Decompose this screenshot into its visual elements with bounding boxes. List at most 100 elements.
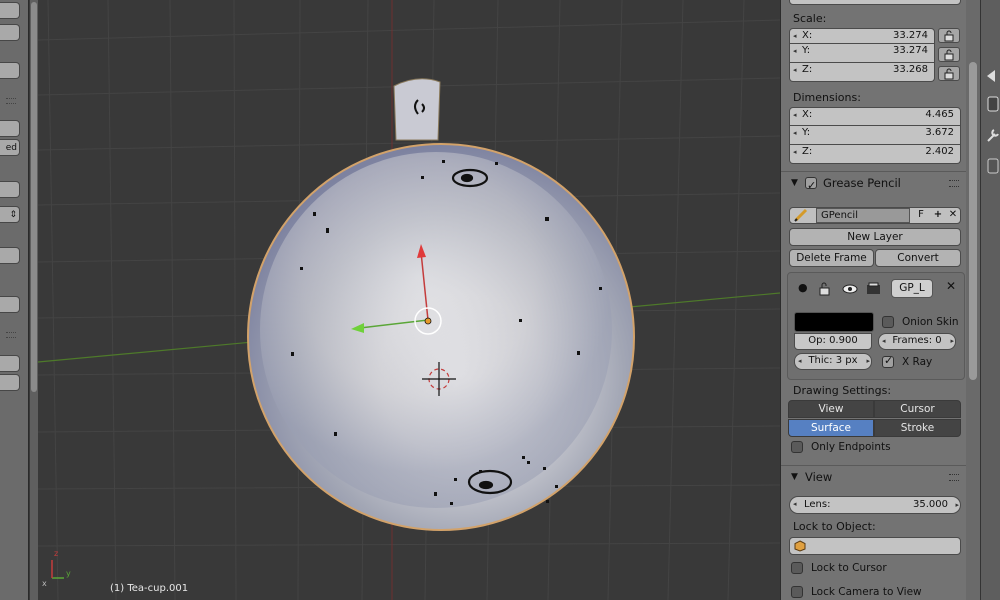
dimension-z-field[interactable]: ◂ Z: 2.402 [789,145,961,164]
lock-scale-y-button[interactable] [938,47,960,62]
panel-grip[interactable] [6,332,16,338]
onion-skin-label: Onion Skin [902,316,959,328]
layer-name-field[interactable]: GP_L [891,279,933,298]
convert-button[interactable]: Convert [875,249,961,267]
gpencil-name-field[interactable]: GPencil [816,208,910,223]
lens-field[interactable]: ◂ Lens: 35.000 ▸ [789,496,961,514]
lock-camera-checkbox[interactable] [791,586,803,598]
scale-y-field[interactable]: ◂ Y: 33.274 [789,44,935,63]
xray-label: X Ray [902,356,933,368]
tool-shelf-button[interactable] [0,247,20,264]
grease-pencil-enable-checkbox[interactable] [805,175,817,197]
panel-grip[interactable] [949,474,959,481]
tool-shelf-button[interactable] [0,120,20,137]
3d-viewport[interactable]: y z x (1) Tea-cup.001 [38,0,780,600]
view-panel-header[interactable]: ▼ View [781,465,967,488]
tool-shelf-button[interactable] [0,24,20,41]
lock-object-field[interactable] [789,537,961,555]
svg-text:y: y [66,569,71,578]
stroke-color-swatch[interactable] [794,312,874,332]
expand-triangle-icon[interactable]: ▼ [791,172,798,194]
eye-icon[interactable] [842,283,858,295]
lock-scale-x-button[interactable] [938,28,960,43]
tool-tabs-strip [980,0,1000,600]
cup-handle [393,78,441,141]
tool-shelf: ed ⇕ [0,0,29,600]
xray-checkbox[interactable] [882,354,894,368]
tool-shelf-button[interactable] [0,2,20,19]
add-icon[interactable]: + [931,208,945,222]
rotation-mode-dropdown[interactable] [789,0,961,5]
only-endpoints-label: Only Endpoints [811,441,891,453]
drawing-mode-view[interactable]: View [788,400,874,418]
grease-pencil-title: Grease Pencil [823,176,901,190]
svg-text:z: z [54,549,58,558]
only-endpoints-checkbox[interactable] [791,441,803,453]
decrement-arrow-icon[interactable]: ◂ [793,126,797,140]
panel-grip[interactable] [949,180,959,187]
scale-x-field[interactable]: ◂ X: 33.274 [789,28,935,44]
expand-triangle-icon[interactable]: ▼ [791,466,798,488]
tool-shelf-button[interactable] [0,296,20,313]
lock-to-cursor-label: Lock to Cursor [811,562,887,574]
wrench-icon[interactable] [983,126,1000,146]
decrement-arrow-icon[interactable]: ◂ [793,44,797,58]
view-panel-title: View [805,470,833,484]
opacity-slider[interactable]: Op: 0.900 [794,333,872,350]
dimension-y-field[interactable]: ◂ Y: 3.672 [789,126,961,145]
tool-shelf-button[interactable] [0,62,20,79]
lock-icon [944,49,954,61]
fake-user-button[interactable]: F [914,208,928,222]
tool-shelf-button[interactable] [0,374,20,391]
svg-text:x: x [42,579,47,588]
tool-shelf-scrollbar[interactable] [30,0,38,600]
active-object-label: (1) Tea-cup.001 [110,583,189,594]
tool-shelf-dropdown[interactable]: ⇕ [0,206,20,223]
remove-layer-icon[interactable]: ✕ [946,279,956,293]
dimension-x-field[interactable]: ◂ X: 4.465 [789,107,961,126]
gpencil-layer-box: ● GP_L ✕ Onion Skin Op: 0.900 ◂ Frames: 0… [787,272,965,380]
scrollbar-thumb[interactable] [969,62,977,380]
viewport-canvas: y z x [38,0,780,600]
tab-icon[interactable] [983,156,1000,176]
drawing-mode-cursor[interactable]: Cursor [874,400,961,418]
new-layer-button[interactable]: New Layer [789,228,961,246]
decrement-arrow-icon[interactable]: ◂ [793,29,797,43]
tool-shelf-button[interactable]: ed [0,139,20,156]
onion-skin-checkbox[interactable] [882,316,894,328]
collapse-arrow-icon[interactable] [983,66,1000,86]
close-icon[interactable]: ✕ [946,208,960,222]
frames-field[interactable]: ◂ Frames: 0 ▸ [878,333,956,350]
tool-shelf-button[interactable] [0,355,20,372]
blender-window: ed ⇕ y z x (1) Tea-cup.001 Scale: ◂ X: 3… [0,0,1000,600]
active-dot-icon[interactable]: ● [798,281,808,294]
lock-to-object-label: Lock to Object: [793,520,876,533]
tab-icon[interactable] [983,94,1000,114]
delete-frame-button[interactable]: Delete Frame [789,249,874,267]
lock-scale-z-button[interactable] [938,66,960,81]
properties-scrollbar[interactable] [966,0,980,600]
properties-panel: Scale: ◂ X: 33.274 ◂ Y: 33.274 ◂ Z: 33.268 Dim… [780,0,967,600]
lock-icon [944,30,954,42]
dimensions-label: Dimensions: [793,91,861,104]
panel-grip[interactable] [6,98,16,104]
tool-shelf-button[interactable] [0,181,20,198]
thickness-field[interactable]: ◂ Thic: 3 px ▸ [794,353,872,370]
scrollbar-thumb[interactable] [31,2,37,392]
decrement-arrow-icon[interactable]: ◂ [793,108,797,122]
pencil-icon [794,208,808,222]
scale-label: Scale: [793,12,827,25]
drawing-mode-surface[interactable]: Surface [788,419,874,437]
lock-to-cursor-checkbox[interactable] [791,562,803,574]
film-frames-icon[interactable] [866,282,882,296]
decrement-arrow-icon[interactable]: ◂ [793,63,797,77]
gpencil-datablock-selector[interactable]: GPencil F + ✕ [789,207,961,224]
unlock-icon[interactable] [818,282,832,296]
drawing-settings-label: Drawing Settings: [793,384,892,397]
grease-pencil-panel-header[interactable]: ▼ Grease Pencil [781,171,967,197]
lock-camera-label: Lock Camera to View [811,586,922,598]
decrement-arrow-icon[interactable]: ◂ [793,145,797,159]
scale-z-field[interactable]: ◂ Z: 33.268 [789,63,935,82]
drawing-mode-stroke[interactable]: Stroke [874,419,961,437]
tool-shelf-label: ed [5,143,17,153]
